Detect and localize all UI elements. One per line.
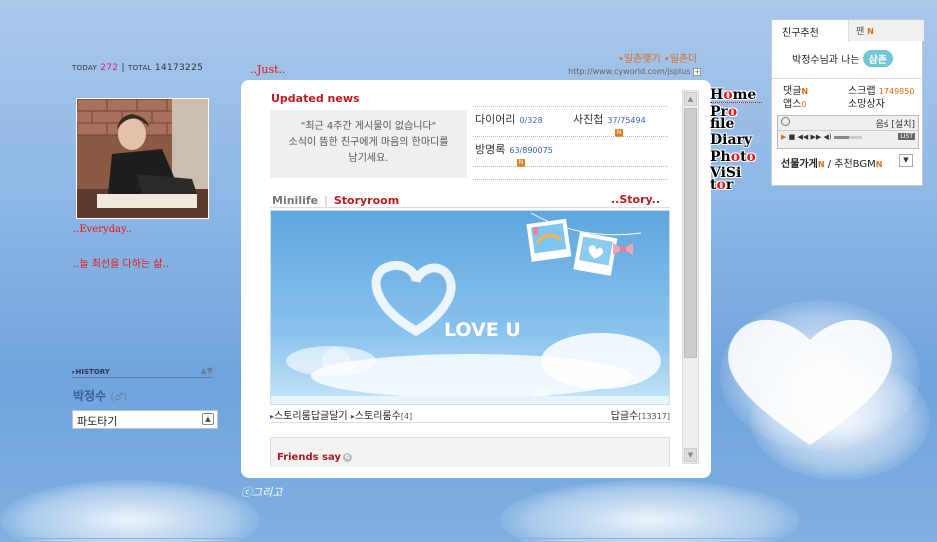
diary-stat[interactable]: 다이어리 0/328 bbox=[475, 111, 543, 127]
menu-profile[interactable]: Pro file bbox=[710, 105, 762, 131]
apps-stat[interactable]: 앱스0 bbox=[783, 95, 807, 110]
content-stats: 다이어리 0/328 사진첩 37/75494 N 방명록 63/890075 N bbox=[473, 106, 668, 180]
menu-tabs: Home Pro file Diary Photo ViSi tor bbox=[710, 88, 762, 194]
relation-badge: 삼촌 bbox=[862, 50, 893, 67]
visit-counter: TODAY 272 | TOTAL 14173225 bbox=[72, 63, 204, 73]
prev-icon[interactable]: ◀◀ bbox=[797, 133, 808, 141]
tab-fan[interactable]: 팬 N bbox=[849, 20, 924, 41]
menu-diary[interactable]: Diary bbox=[710, 133, 762, 147]
dropdown-icon[interactable]: ▲ bbox=[202, 413, 214, 425]
volume-icon: ◀) bbox=[823, 133, 832, 141]
stats-row-2: 방명록 63/890075 N bbox=[473, 136, 668, 167]
play-icon[interactable]: ▶ bbox=[781, 133, 786, 141]
gender-icon: (♂) bbox=[110, 392, 128, 403]
signature: ⓒ그리고 bbox=[241, 486, 283, 499]
history-toggle-icon[interactable]: ▲▼ bbox=[201, 366, 213, 375]
bgm-player: 음ś [설치] ▶ ■ ◀◀ ▶▶ ◀) LIST bbox=[777, 115, 919, 149]
wave-label: 파도타기 bbox=[77, 415, 118, 428]
volume-slider[interactable] bbox=[833, 135, 862, 139]
story-footer: ▸스토리룸답글달기 ▸스토리룸수[4] 답글수[13317] bbox=[270, 407, 670, 422]
divider bbox=[270, 207, 670, 208]
widget-stats: 댓글N 스크랩 1749850 앱스0 소망상자 bbox=[772, 79, 922, 113]
cloud-decoration bbox=[500, 480, 800, 542]
friend-widget: 친구추천 팬 N 박정수님과 나는 삼촌 댓글N 스크랩 1749850 앱스0 … bbox=[771, 19, 924, 186]
profile-photo[interactable] bbox=[76, 98, 209, 219]
widget-tabs: 친구추천 팬 N bbox=[772, 20, 924, 42]
menu-photo[interactable]: Photo bbox=[710, 150, 762, 164]
cloud-decoration bbox=[0, 480, 260, 542]
updated-news-title: Updated news bbox=[271, 92, 360, 105]
scrollbar[interactable]: ▲ ▼ bbox=[682, 90, 699, 464]
heart-cloud-decoration bbox=[728, 319, 892, 445]
volume-fill bbox=[833, 135, 850, 139]
menu-home[interactable]: Home bbox=[710, 88, 762, 103]
photo-stat[interactable]: 사진첩 37/75494 N bbox=[573, 111, 646, 137]
homepage-url[interactable]: http://www.cyworld.com/jsplus + bbox=[568, 67, 702, 76]
ilchon-links[interactable]: •일촌맺기 •일촌더 bbox=[618, 50, 697, 65]
scroll-thumb[interactable] bbox=[684, 108, 697, 358]
profile-motto: ..늘 최선을 다하는 삶.. bbox=[73, 259, 169, 270]
history-label: HISTORY bbox=[75, 368, 110, 376]
tab-storyroom[interactable]: Storyroom bbox=[334, 194, 399, 207]
today-count: 272 bbox=[100, 63, 119, 73]
next-icon[interactable]: ▶▶ bbox=[811, 133, 822, 141]
storyroom-image[interactable]: LOVE U bbox=[270, 210, 670, 405]
minilife-tabs: Minilife | Storyroom bbox=[272, 194, 400, 207]
updated-news-empty: "최근 4주간 게시물이 없습니다" 소식이 뜸한 친구에게 마음의 한마디를 … bbox=[270, 110, 467, 178]
divider bbox=[0, 538, 937, 539]
g-icon[interactable]: G bbox=[342, 452, 352, 462]
player-track[interactable]: 음ś [설치] bbox=[876, 117, 915, 130]
love-u-text: LOVE U bbox=[444, 319, 521, 341]
plus-icon[interactable]: + bbox=[693, 67, 702, 76]
scroll-up-icon[interactable]: ▲ bbox=[684, 92, 697, 106]
scroll-down-icon[interactable]: ▼ bbox=[684, 448, 697, 462]
storyroom-count-link[interactable]: 스토리룸수 bbox=[355, 411, 401, 422]
disc-icon bbox=[781, 117, 790, 126]
gift-shop-link[interactable]: 선물가게 bbox=[781, 159, 818, 170]
owner-name: 박정수 (♂) bbox=[73, 389, 128, 403]
stop-icon[interactable]: ■ bbox=[789, 133, 796, 141]
reply-count: 답글수[13317] bbox=[610, 411, 670, 422]
player-track-row: 음ś [설치] bbox=[778, 116, 918, 131]
total-count: 14173225 bbox=[154, 63, 204, 73]
profile-caption: ..Everyday.. bbox=[73, 224, 132, 235]
story-title: ..Story.. bbox=[611, 193, 661, 206]
new-badge: N bbox=[867, 27, 874, 36]
tab-friend-recommend[interactable]: 친구추천 bbox=[772, 20, 849, 42]
history-bar[interactable]: ▸HISTORY ▲▼ bbox=[72, 366, 213, 378]
guestbook-stat[interactable]: 방명록 63/890075 N bbox=[475, 141, 553, 167]
stats-row-3 bbox=[473, 166, 668, 180]
tab-minilife[interactable]: Minilife bbox=[272, 194, 318, 207]
bgm-link[interactable]: 추천BGM bbox=[834, 159, 875, 170]
friends-say-title: Friends say G bbox=[277, 452, 352, 463]
list-button[interactable]: LIST bbox=[898, 133, 915, 140]
gift-row: 선물가게N / 추천BGMN ▼ bbox=[772, 149, 922, 170]
minihompy-title: ..Just.. bbox=[250, 63, 286, 76]
relation-row: 박정수님과 나는 삼촌 bbox=[772, 41, 922, 79]
stats-row-1: 다이어리 0/328 사진첩 37/75494 N bbox=[473, 106, 668, 137]
storyroom-reply-link[interactable]: 스토리룸답글달기 bbox=[274, 411, 348, 422]
dropdown-icon[interactable]: ▼ bbox=[899, 154, 913, 167]
divider bbox=[270, 422, 670, 423]
wish-box-link[interactable]: 소망상자 bbox=[848, 95, 885, 110]
player-controls: ▶ ■ ◀◀ ▶▶ ◀) LIST bbox=[778, 131, 918, 143]
menu-visitor[interactable]: ViSi tor bbox=[710, 166, 762, 192]
wave-select[interactable]: 파도타기 ▲ bbox=[72, 410, 218, 429]
